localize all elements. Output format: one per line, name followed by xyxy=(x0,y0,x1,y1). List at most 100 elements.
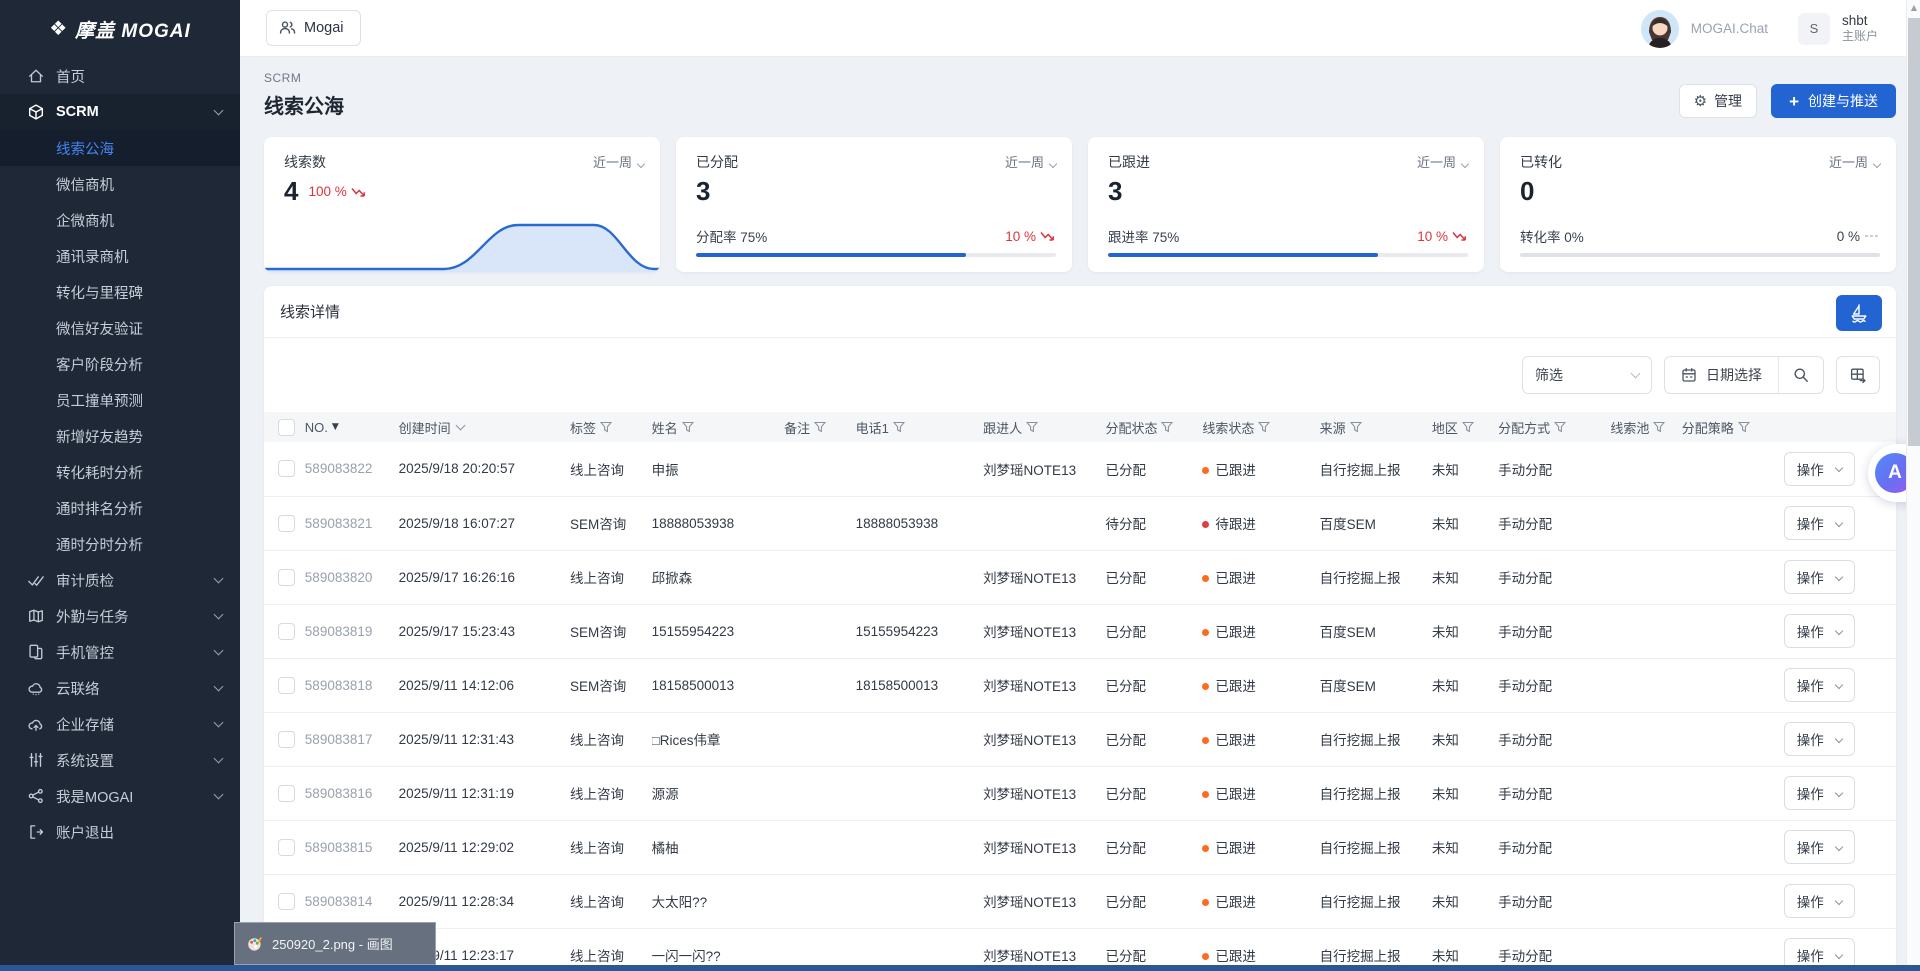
account-name: shbt xyxy=(1842,13,1878,30)
column-header-created[interactable]: 创建时间 xyxy=(399,412,570,442)
row-checkbox[interactable] xyxy=(278,515,295,532)
share-icon xyxy=(26,786,46,806)
row-checkbox[interactable] xyxy=(278,569,295,586)
lead-status-dot xyxy=(1202,899,1209,906)
cell-note xyxy=(784,874,855,928)
sidebar-subitem-转化与里程碑[interactable]: 转化与里程碑 xyxy=(0,274,240,310)
chevron-icon xyxy=(214,682,224,692)
sidebar-subitem-转化耗时分析[interactable]: 转化耗时分析 xyxy=(0,454,240,490)
row-action-button[interactable]: 操作 xyxy=(1784,722,1855,756)
column-header-strategy[interactable]: 分配策略 xyxy=(1682,412,1784,442)
cell-source: 自行挖掘上报 xyxy=(1320,874,1432,928)
sidebar-item-首页[interactable]: 首页 xyxy=(0,58,240,94)
column-header-assign_status[interactable]: 分配状态 xyxy=(1105,412,1202,442)
sidebar-subitem-线索公海[interactable]: 线索公海 xyxy=(0,130,240,166)
period-select[interactable]: 近一周 xyxy=(1417,152,1468,171)
sidebar-subitem-微信商机[interactable]: 微信商机 xyxy=(0,166,240,202)
user-avatar[interactable] xyxy=(1641,10,1679,48)
account-initial-badge[interactable]: S xyxy=(1798,13,1830,45)
select-all-checkbox[interactable] xyxy=(278,419,295,436)
cell-created: 2025/9/11 12:29:02 xyxy=(399,820,570,874)
sidebar-subitem-微信好友验证[interactable]: 微信好友验证 xyxy=(0,310,240,346)
row-action-button[interactable]: 操作 xyxy=(1784,560,1855,594)
sidebar-item-企业存储[interactable]: 企业存储 xyxy=(0,706,240,742)
table-row: 5890838212025/9/18 16:07:27SEM咨询18888053… xyxy=(264,496,1896,550)
row-action-button[interactable]: 操作 xyxy=(1784,830,1855,864)
sidebar-subitem-员工撞单预测[interactable]: 员工撞单预测 xyxy=(0,382,240,418)
sidebar-item-审计质检[interactable]: 审计质检 xyxy=(0,562,240,598)
sidebar-subitem-通时排名分析[interactable]: 通时排名分析 xyxy=(0,490,240,526)
sidebar-subitem-新增好友趋势[interactable]: 新增好友趋势 xyxy=(0,418,240,454)
taskbar-preview-tooltip[interactable]: 250920_2.png - 画图 xyxy=(234,922,436,965)
column-header-tag[interactable]: 标签 xyxy=(570,412,652,442)
row-checkbox[interactable] xyxy=(278,623,295,640)
sidebar-item-云联络[interactable]: 云联络 xyxy=(0,670,240,706)
period-select[interactable]: 近一周 xyxy=(593,152,644,171)
cell-name: 大太阳?? xyxy=(652,874,785,928)
column-header-follower[interactable]: 跟进人 xyxy=(983,412,1105,442)
row-checkbox[interactable] xyxy=(278,731,295,748)
cell-follower xyxy=(983,496,1105,550)
period-select[interactable]: 近一周 xyxy=(1829,152,1880,171)
cell-strategy xyxy=(1682,820,1784,874)
row-checkbox[interactable] xyxy=(278,785,295,802)
sidebar-item-系统设置[interactable]: 系统设置 xyxy=(0,742,240,778)
row-action-button[interactable]: 操作 xyxy=(1784,776,1855,810)
sidebar-subitem-客户阶段分析[interactable]: 客户阶段分析 xyxy=(0,346,240,382)
row-checkbox[interactable] xyxy=(278,460,295,477)
column-header-name[interactable]: 姓名 xyxy=(652,412,785,442)
scrollbar-up-arrow[interactable]: ▲ xyxy=(1907,3,1920,12)
sort-desc-icon[interactable]: ▼ xyxy=(332,422,339,432)
create-push-button[interactable]: + 创建与推送 xyxy=(1771,84,1896,118)
sidebar-subitem-企微商机[interactable]: 企微商机 xyxy=(0,202,240,238)
sidebar-subitem-通讯录商机[interactable]: 通讯录商机 xyxy=(0,238,240,274)
topbar: Mogai MOGAI.Chat S shbt 主账户 xyxy=(240,0,1920,57)
cell-name: 18158500013 xyxy=(652,658,785,712)
period-select[interactable]: 近一周 xyxy=(1005,152,1056,171)
column-header-lead_status[interactable]: 线索状态 xyxy=(1202,412,1319,442)
column-settings-button[interactable] xyxy=(1836,356,1880,394)
cell-name: 源源 xyxy=(652,766,785,820)
cell-method: 手动分配 xyxy=(1498,874,1610,928)
page-scrollbar[interactable]: ▲ xyxy=(1906,0,1920,965)
chevron-down-icon[interactable] xyxy=(455,421,465,431)
column-header-note[interactable]: 备注 xyxy=(784,412,855,442)
sidebar-item-SCRM[interactable]: SCRM xyxy=(0,94,240,130)
column-header-pool[interactable]: 线索池 xyxy=(1610,412,1681,442)
filter-select[interactable]: 筛选 xyxy=(1522,356,1652,394)
manage-button[interactable]: ⚙ 管理 xyxy=(1679,84,1757,118)
column-label: 电话1 xyxy=(856,418,889,437)
row-action-button[interactable]: 操作 xyxy=(1784,614,1855,648)
row-checkbox[interactable] xyxy=(278,677,295,694)
row-checkbox[interactable] xyxy=(278,839,295,856)
funnel-filter-icon xyxy=(893,421,905,433)
cell-phone1 xyxy=(856,874,984,928)
cell-source: 自行挖掘上报 xyxy=(1320,550,1432,604)
column-header-method[interactable]: 分配方式 xyxy=(1498,412,1610,442)
row-action-button[interactable]: 操作 xyxy=(1784,506,1855,540)
row-checkbox[interactable] xyxy=(278,893,295,910)
column-header-source[interactable]: 来源 xyxy=(1320,412,1432,442)
sidebar-item-账户退出[interactable]: 账户退出 xyxy=(0,814,240,850)
column-header-region[interactable]: 地区 xyxy=(1432,412,1498,442)
row-action-button[interactable]: 操作 xyxy=(1784,884,1855,918)
account-info[interactable]: shbt 主账户 xyxy=(1842,13,1878,45)
table-row: 5890838172025/9/11 12:31:43线上咨询□Rices伟章刘… xyxy=(264,712,1896,766)
sidebar-subitem-通时分时分析[interactable]: 通时分时分析 xyxy=(0,526,240,562)
sidebar-item-外勤与任务[interactable]: 外勤与任务 xyxy=(0,598,240,634)
column-header-phone1[interactable]: 电话1 xyxy=(856,412,984,442)
sidebar-item-手机管控[interactable]: 手机管控 xyxy=(0,634,240,670)
sidebar-item-我是MOGAI[interactable]: 我是MOGAI xyxy=(0,778,240,814)
column-label: 分配状态 xyxy=(1105,418,1157,437)
stat-card-leads: 线索数 近一周 4 100 % xyxy=(264,137,660,272)
search-button[interactable] xyxy=(1779,357,1823,393)
column-header-no[interactable]: NO.▼ xyxy=(305,412,399,442)
cell-assign_status: 已分配 xyxy=(1105,442,1202,496)
scrollbar-thumb[interactable] xyxy=(1908,18,1920,446)
row-action-button[interactable]: 操作 xyxy=(1784,452,1855,486)
publish-boat-button[interactable] xyxy=(1836,295,1882,331)
workspace-button[interactable]: Mogai xyxy=(266,10,361,46)
cell-name: □Rices伟章 xyxy=(652,712,785,766)
row-action-button[interactable]: 操作 xyxy=(1784,668,1855,702)
date-picker-button[interactable]: 日期选择 xyxy=(1665,357,1778,393)
